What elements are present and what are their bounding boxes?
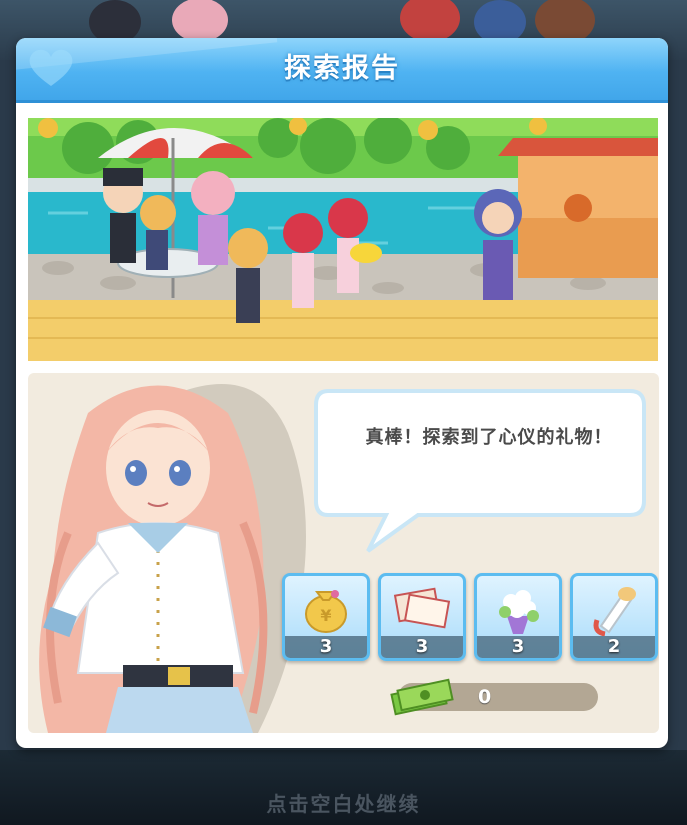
reward-item-money-bag[interactable]: ¥ 3 [282,573,370,661]
gift-card-icon [393,587,451,629]
speech-bubble [314,389,646,553]
cash-stack-icon [390,678,454,716]
tap-to-continue-hint[interactable]: 点击空白处继续 [0,788,687,817]
dialogue-text: 真棒！探索到了心仪的礼物！ [365,427,613,448]
exploration-report-dialog: 探索报告 真棒！探索到了心仪的礼物！ ¥ 3 3 3 2 0 [16,38,668,748]
reward-item-ice-cream[interactable]: 2 [570,573,658,661]
reward-count: 2 [607,636,621,657]
flower-bouquet-icon [499,590,539,634]
reward-count: 3 [511,636,525,657]
svg-text:¥: ¥ [320,606,331,625]
reward-item-flower-bouquet[interactable]: 3 [474,573,562,661]
ice-cream-icon [593,587,636,636]
reward-item-gift-card[interactable]: 3 [378,573,466,661]
dialog-title: 探索报告 [284,53,400,84]
money-bag-icon: ¥ [305,590,347,633]
reward-count: 3 [319,636,333,657]
dialog-header: 探索报告 [16,38,668,103]
reward-count: 3 [415,636,429,657]
currency-value: 0 [478,686,492,708]
reward-panel: 真棒！探索到了心仪的礼物！ ¥ 3 3 3 2 0 [28,373,659,733]
pool-scene-illustration [28,118,658,361]
